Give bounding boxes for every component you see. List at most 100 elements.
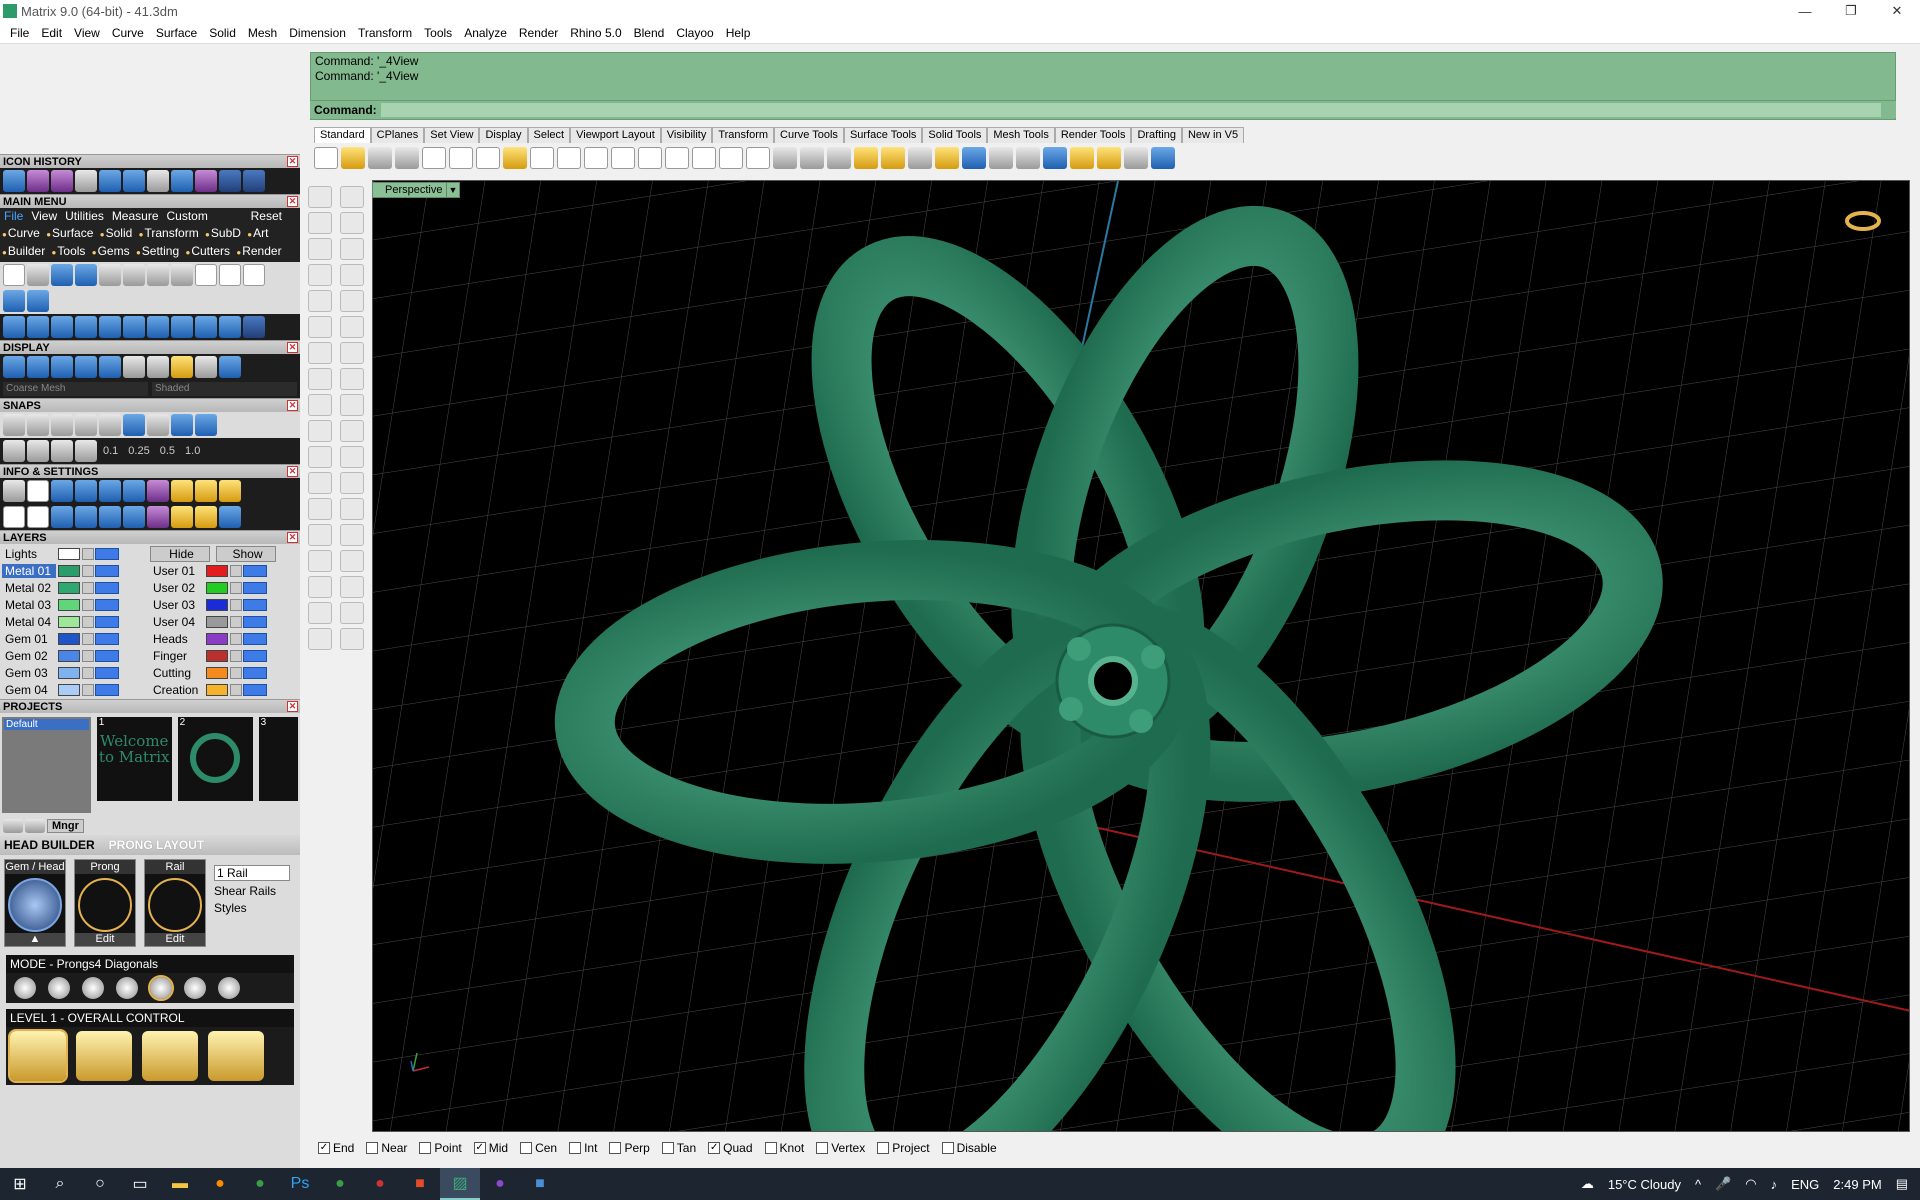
close-icon[interactable]: ✕ — [287, 701, 298, 712]
search-icon[interactable]: ⌕ — [40, 1168, 80, 1200]
layer-toggle[interactable] — [95, 598, 119, 611]
display-mode-icon[interactable] — [123, 356, 145, 378]
layer-name[interactable]: User 04 — [150, 615, 204, 629]
transform-tool-icon[interactable] — [27, 316, 49, 338]
search-icon[interactable] — [27, 480, 49, 502]
history-forward-icon[interactable] — [243, 170, 265, 192]
head-style-icon[interactable] — [8, 1029, 68, 1083]
link-transform[interactable]: Transform — [139, 226, 199, 240]
snap-icon[interactable] — [123, 414, 145, 436]
prong-mode-icon[interactable] — [48, 977, 70, 999]
link-builder[interactable]: Builder — [2, 244, 45, 258]
point-icon[interactable] — [340, 186, 364, 208]
menu-edit[interactable]: Edit — [35, 26, 68, 40]
zoom-selected-icon[interactable] — [692, 147, 716, 169]
viewport-label[interactable]: Perspective — [372, 182, 456, 198]
lock-icon[interactable] — [230, 649, 242, 662]
weather-text[interactable]: 15°C Cloudy — [1608, 1177, 1681, 1192]
checkbox[interactable] — [816, 1142, 829, 1154]
menu-dimension[interactable]: Dimension — [283, 26, 352, 40]
menu-surface[interactable]: Surface — [150, 26, 203, 40]
add-project-icon[interactable] — [3, 819, 23, 833]
checkbox[interactable] — [520, 1142, 533, 1154]
export-icon[interactable] — [75, 264, 97, 286]
layer-row[interactable]: Gem 01 — [2, 631, 150, 646]
snap-value-05[interactable]: 0.5 — [156, 445, 179, 457]
app-icon[interactable]: ● — [480, 1168, 520, 1200]
info-icon[interactable] — [219, 506, 241, 528]
layer-row[interactable]: Metal 03 — [2, 597, 150, 612]
microphone-icon[interactable]: 🎤 — [1715, 1176, 1731, 1192]
info-icon[interactable] — [171, 480, 193, 502]
copy-icon[interactable] — [476, 147, 500, 169]
edit-prong-button[interactable]: Edit — [75, 933, 135, 946]
pointer-icon[interactable] — [1070, 147, 1094, 169]
close-icon[interactable]: ✕ — [287, 156, 298, 167]
display-mode-icon[interactable] — [75, 356, 97, 378]
minimize-button[interactable]: — — [1782, 0, 1828, 22]
rebuild-icon[interactable] — [340, 472, 364, 494]
array-icon[interactable] — [308, 524, 332, 546]
layer-name[interactable]: User 01 — [150, 564, 204, 578]
tab-set-view[interactable]: Set View — [424, 127, 480, 143]
light-icon[interactable] — [881, 147, 905, 169]
history-tool-icon[interactable] — [171, 170, 193, 192]
main-menu-tab-file[interactable]: File — [4, 209, 23, 223]
main-menu-tab-custom[interactable]: Custom — [167, 209, 208, 223]
osnap-option[interactable]: Vertex — [816, 1141, 865, 1155]
menu-solid[interactable]: Solid — [203, 26, 242, 40]
link-render[interactable]: Render — [236, 244, 281, 258]
display-mode-icon[interactable] — [51, 356, 73, 378]
file-explorer-icon[interactable]: ▬ — [160, 1168, 200, 1200]
rectangle-icon[interactable] — [340, 264, 364, 286]
transform-tool-icon[interactable] — [171, 316, 193, 338]
rail-count-select[interactable]: 1 Rail — [214, 865, 290, 881]
layer-color[interactable] — [58, 564, 80, 577]
planar-icon[interactable] — [51, 440, 73, 462]
info-icon[interactable] — [51, 506, 73, 528]
close-icon[interactable]: ✕ — [287, 400, 298, 411]
head-style-icon[interactable] — [208, 1031, 264, 1081]
link-cutters[interactable]: Cutters — [186, 244, 231, 258]
info-icon[interactable] — [195, 480, 217, 502]
layer-toggle[interactable] — [243, 615, 267, 628]
display-mode-icon[interactable] — [99, 356, 121, 378]
display-mode-icon[interactable] — [147, 356, 169, 378]
link-gems[interactable]: Gems — [92, 244, 130, 258]
layer-name[interactable]: Gem 02 — [2, 649, 56, 663]
layer-row[interactable]: Creation — [150, 682, 298, 697]
transform-tool-icon[interactable] — [51, 316, 73, 338]
link-subd[interactable]: SubD — [205, 226, 241, 240]
snap-value-01[interactable]: 0.1 — [99, 445, 122, 457]
layer-name[interactable]: User 02 — [150, 581, 204, 595]
osnap-option[interactable]: Tan — [661, 1141, 696, 1155]
layer-toggle[interactable] — [243, 666, 267, 679]
transform-tool-icon[interactable] — [147, 316, 169, 338]
polyline-icon[interactable] — [308, 264, 332, 286]
menu-rhino5[interactable]: Rhino 5.0 — [564, 26, 627, 40]
edit-rail-button[interactable]: Edit — [145, 933, 205, 946]
app-icon[interactable]: ● — [360, 1168, 400, 1200]
link-tools[interactable]: Tools — [52, 244, 86, 258]
show-button[interactable]: Show — [216, 545, 276, 562]
layer-color[interactable] — [206, 598, 228, 611]
solid-icon[interactable] — [308, 550, 332, 572]
close-icon[interactable]: ✕ — [287, 532, 298, 543]
cortana-icon[interactable]: ○ — [80, 1168, 120, 1200]
info-icon[interactable] — [147, 480, 169, 502]
layer-name[interactable]: Metal 02 — [2, 581, 56, 595]
prong-layout-tab[interactable]: PRONG LAYOUT — [109, 838, 205, 852]
layer-row[interactable]: User 02 — [150, 580, 298, 595]
menu-transform[interactable]: Transform — [352, 26, 418, 40]
osnap-option[interactable]: Disable — [941, 1141, 997, 1155]
zoom-window-icon[interactable] — [638, 147, 662, 169]
rotate-view-icon[interactable] — [584, 147, 608, 169]
close-icon[interactable]: ✕ — [287, 342, 298, 353]
user-icon[interactable] — [195, 264, 217, 286]
display-mode-icon[interactable] — [27, 356, 49, 378]
trim-icon[interactable] — [340, 394, 364, 416]
fillet-icon[interactable] — [308, 394, 332, 416]
layer-toggle[interactable] — [95, 632, 119, 645]
osnap-icon[interactable] — [75, 440, 97, 462]
info-icon[interactable] — [51, 480, 73, 502]
